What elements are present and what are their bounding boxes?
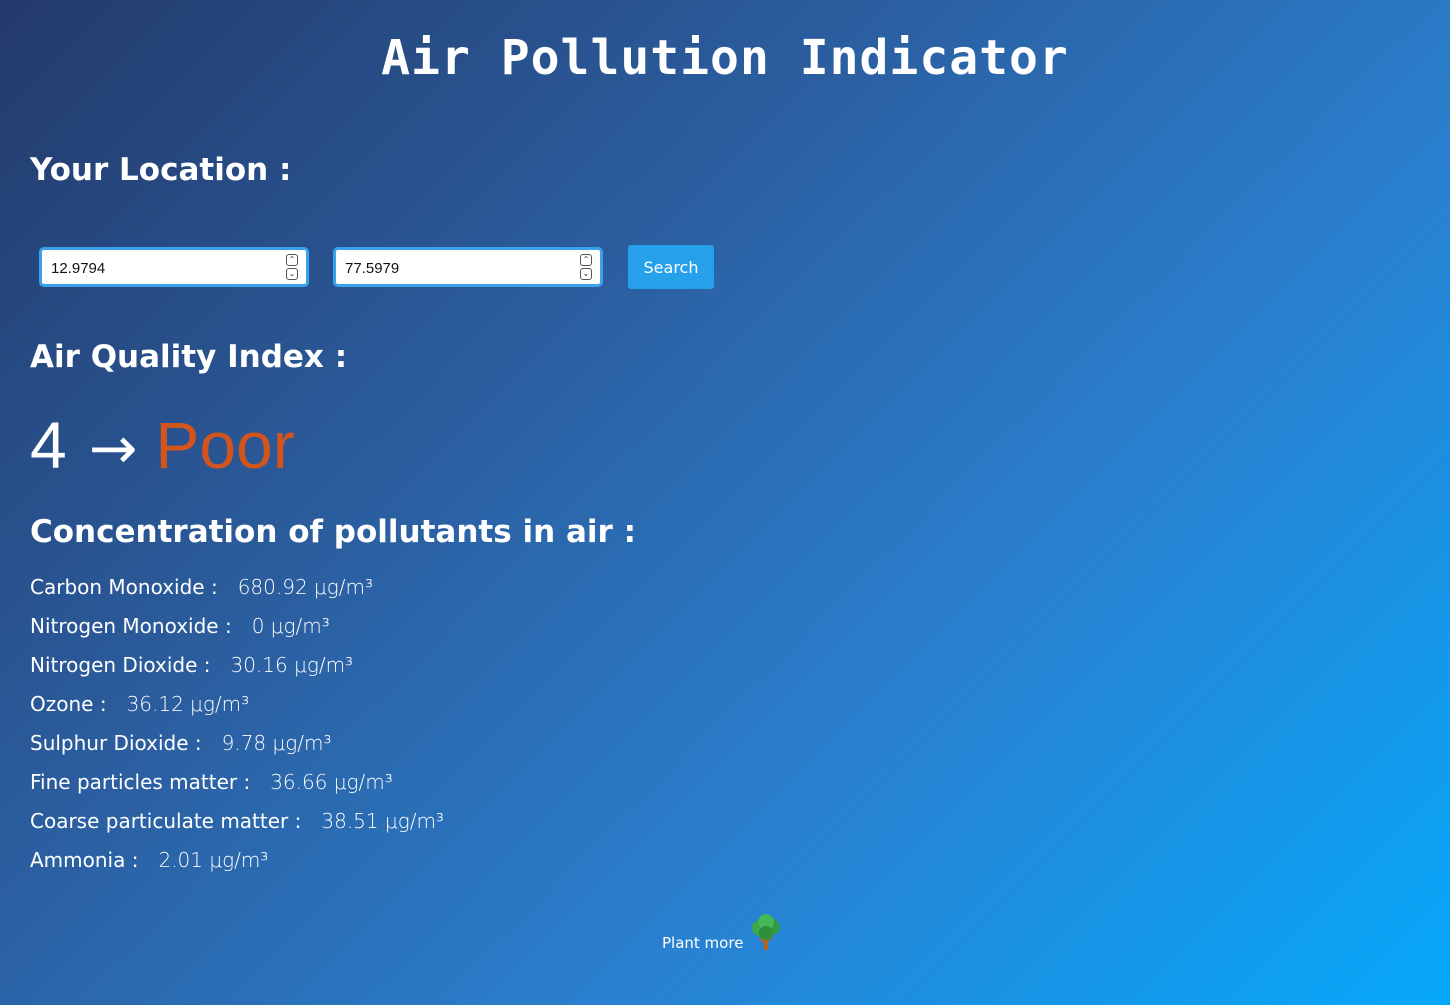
pollutant-row-nitrogen-dioxide: Nitrogen Dioxide : 30.16 μg/m³ — [30, 653, 353, 677]
pollutant-name: Ozone : — [30, 692, 107, 716]
pollutant-row-fine-particles: Fine particles matter : 36.66 μg/m³ — [30, 770, 393, 794]
pollutant-row-carbon-monoxide: Carbon Monoxide : 680.92 μg/m³ — [30, 575, 373, 599]
pollutant-name: Nitrogen Dioxide : — [30, 653, 211, 677]
pollutant-row-ammonia: Ammonia : 2.01 μg/m³ — [30, 848, 268, 872]
spinner-down-icon[interactable]: ⌄ — [580, 268, 592, 280]
pollutant-row-nitrogen-monoxide: Nitrogen Monoxide : 0 μg/m³ — [30, 614, 330, 638]
aqi-heading: Air Quality Index : — [30, 339, 348, 375]
longitude-input[interactable] — [345, 257, 570, 279]
aqi-value: 4 — [30, 408, 67, 482]
spinner-up-icon[interactable]: ⌃ — [580, 254, 592, 266]
pollutant-row-coarse-particulate: Coarse particulate matter : 38.51 μg/m³ — [30, 809, 444, 833]
pollutant-name: Coarse particulate matter : — [30, 809, 302, 833]
footer-text: Plant more — [662, 934, 744, 952]
longitude-field[interactable]: ⌃ ⌄ — [333, 247, 603, 287]
pollutant-name: Fine particles matter : — [30, 770, 251, 794]
pollutant-name: Sulphur Dioxide : — [30, 731, 202, 755]
tree-icon — [749, 914, 783, 952]
pollutant-value: 36.66 μg/m³ — [270, 770, 393, 794]
latitude-input[interactable] — [51, 257, 276, 279]
spinner-down-icon[interactable]: ⌄ — [286, 268, 298, 280]
pollutant-row-ozone: Ozone : 36.12 μg/m³ — [30, 692, 249, 716]
location-heading: Your Location : — [30, 152, 292, 188]
arrow-right-icon: → — [88, 414, 138, 482]
longitude-spinner[interactable]: ⌃ ⌄ — [580, 254, 592, 280]
page-title: Air Pollution Indicator — [381, 30, 1069, 86]
spinner-up-icon[interactable]: ⌃ — [286, 254, 298, 266]
pollutant-value: 2.01 μg/m³ — [158, 848, 269, 872]
search-button[interactable]: Search — [628, 245, 714, 289]
latitude-field[interactable]: ⌃ ⌄ — [39, 247, 309, 287]
pollutant-value: 680.92 μg/m³ — [237, 575, 373, 599]
pollutant-value: 9.78 μg/m³ — [221, 731, 332, 755]
pollutant-name: Nitrogen Monoxide : — [30, 614, 232, 638]
aqi-result: 4 → Poor — [30, 405, 295, 488]
pollutant-name: Ammonia : — [30, 848, 139, 872]
pollutants-heading: Concentration of pollutants in air : — [30, 514, 636, 550]
pollutant-value: 0 μg/m³ — [251, 614, 330, 638]
pollutant-row-sulphur-dioxide: Sulphur Dioxide : 9.78 μg/m³ — [30, 731, 331, 755]
footer: Plant more — [662, 912, 783, 952]
pollutant-value: 30.16 μg/m³ — [230, 653, 354, 677]
pollutant-value: 36.12 μg/m³ — [126, 692, 250, 716]
pollutant-value: 38.51 μg/m³ — [321, 809, 444, 833]
latitude-spinner[interactable]: ⌃ ⌄ — [286, 254, 298, 280]
aqi-label: Poor — [155, 408, 295, 482]
pollutant-name: Carbon Monoxide : — [30, 575, 218, 599]
